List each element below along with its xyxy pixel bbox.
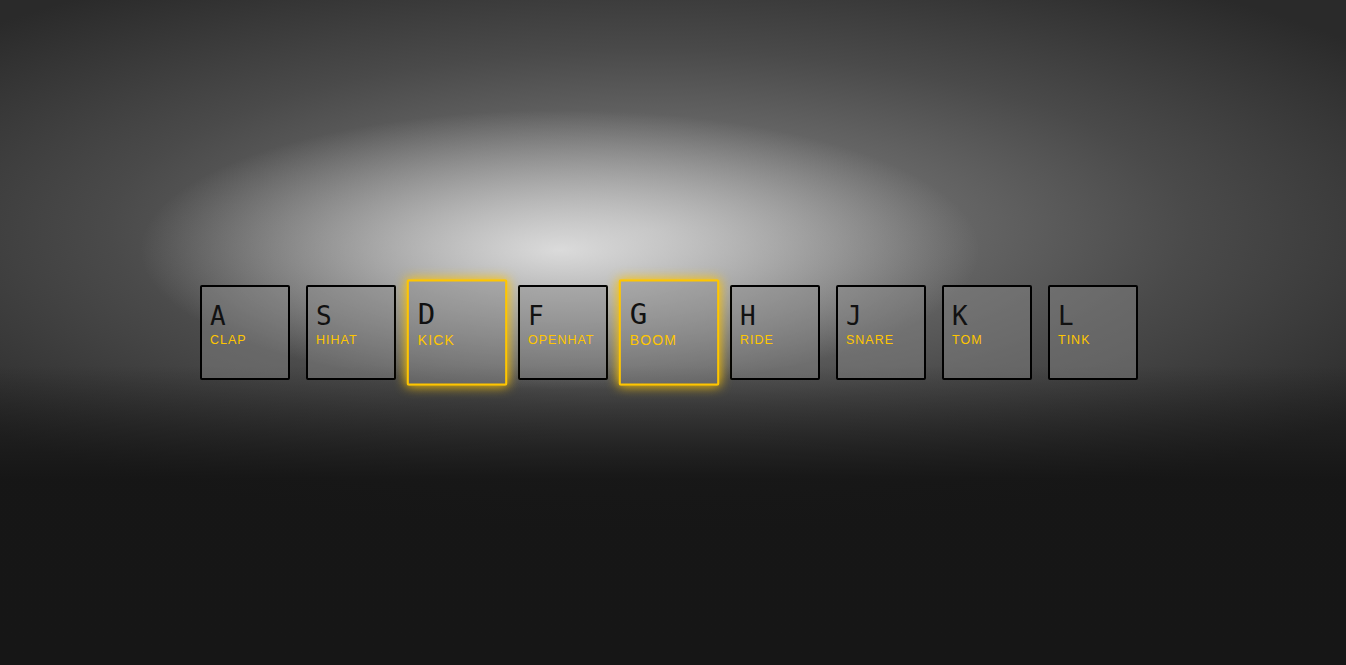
sound-label: KICK [418,331,499,352]
sound-label: BOOM [630,331,711,352]
drum-key[interactable]: H RIDE [730,285,820,380]
concert-background: A CLAP S HIHAT D KICK F OPENHAT G BOOM H RIDE J SNARE… [0,0,1346,665]
drum-key[interactable]: F OPENHAT [518,285,608,380]
key-letter: A [210,303,282,329]
key-letter: F [528,303,600,329]
drum-key[interactable]: A CLAP [200,285,290,380]
key-letter: L [1058,303,1130,329]
key-letter: K [952,303,1024,329]
key-letter: S [316,303,388,329]
key-letter: J [846,303,918,329]
sound-label: RIDE [740,331,812,350]
key-letter: D [418,299,499,328]
sound-label: CLAP [210,331,282,350]
sound-label: SNARE [846,331,918,350]
drum-key[interactable]: D KICK [407,279,508,385]
drum-key[interactable]: J SNARE [836,285,926,380]
sound-label: TINK [1058,331,1130,350]
sound-label: TOM [952,331,1024,350]
sound-label: OPENHAT [528,331,600,350]
drum-key[interactable]: K TOM [942,285,1032,380]
drum-key[interactable]: L TINK [1048,285,1138,380]
key-letter: G [630,299,711,328]
sound-label: HIHAT [316,331,388,350]
drum-keys: A CLAP S HIHAT D KICK F OPENHAT G BOOM H RIDE J SNARE… [200,285,1138,380]
drum-key[interactable]: S HIHAT [306,285,396,380]
drum-key[interactable]: G BOOM [619,279,720,385]
key-letter: H [740,303,812,329]
